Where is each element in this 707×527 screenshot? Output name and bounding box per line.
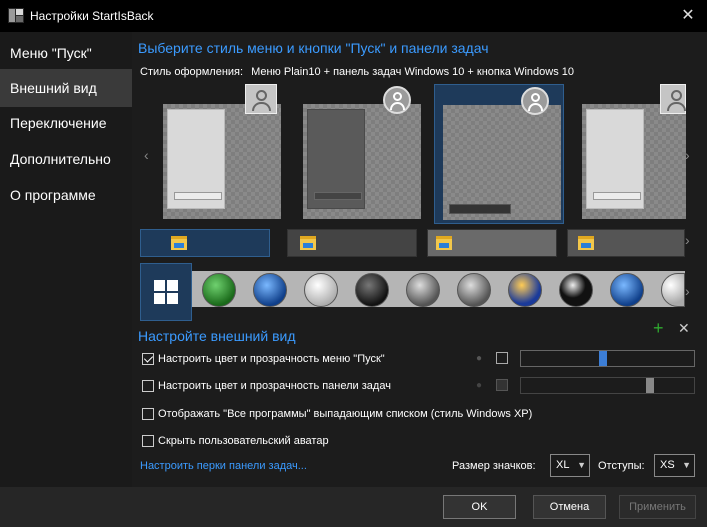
user-avatar-icon [660,84,686,114]
menu-color-swatch[interactable] [496,352,508,364]
folder-icon [300,236,316,250]
option-all-programs-dropdown[interactable]: Отображать "Все программы" выпадающим сп… [142,408,532,420]
dialog-footer: OK Отмена Применить [0,487,707,527]
style-description: Стиль оформления: Меню Plain10 + панель з… [140,66,574,78]
checkbox-menu-color[interactable] [142,353,154,365]
option-menu-color[interactable]: Настроить цвет и прозрачность меню "Пуск… [142,353,385,365]
windows-vista-orb-icon[interactable] [508,273,542,307]
menu-preview [443,105,561,220]
checkbox-taskbar-color[interactable] [142,380,154,392]
start-button-option-selected[interactable] [140,263,192,321]
option-hide-avatar[interactable]: Скрыть пользовательский аватар [142,435,329,447]
folder-icon [171,236,187,250]
option-taskbar-color[interactable]: Настроить цвет и прозрачность панели зад… [142,380,391,392]
windows7-blue-orb-icon[interactable] [610,273,644,307]
slider-thumb[interactable] [599,351,607,366]
sidebar-item-appearance[interactable]: Внешний вид [0,69,132,107]
menu-transparency-slider[interactable] [520,350,695,367]
apply-button[interactable]: Применить [619,495,696,519]
menu-preview [163,104,281,219]
checkbox-all-programs[interactable] [142,408,154,420]
slider-thumb[interactable] [646,378,654,393]
windows-black-orb-icon[interactable] [355,273,389,307]
icon-size-label: Размер значков: [452,460,536,472]
style-label: Стиль оформления: [140,66,244,78]
taskbar-tweaks-link[interactable]: Настроить перки панели задач... [140,460,307,472]
taskbar-style-option[interactable] [567,229,685,257]
black-sphere-orb-icon[interactable] [559,273,593,307]
taskbar-color-swatch[interactable] [496,379,508,391]
icon-size-select[interactable]: XL ▼ [550,454,590,477]
icon-size-value: XL [556,459,570,471]
taskbar-style-option[interactable] [287,229,417,257]
sidebar-item-switching[interactable]: Переключение [0,104,132,142]
padding-value: XS [660,459,675,471]
ok-button[interactable]: OK [443,495,516,519]
menu-style-option[interactable] [574,84,686,224]
chevron-right-icon[interactable]: › [685,283,690,299]
search-box-preview [174,192,222,200]
settings-window: Меню "Пуск" Внешний вид Переключение Доп… [0,32,707,527]
search-box-preview [593,192,641,200]
taskbar-style-option-selected[interactable] [140,229,270,257]
windows7-orb-icon[interactable] [253,273,287,307]
window-title: Настройки StartIsBack [30,9,154,23]
clover-orb-icon[interactable] [202,273,236,307]
appearance-panel: Выберите стиль меню и кнопки "Пуск" и па… [132,32,707,487]
windows10-logo-icon [154,280,178,304]
drop-icon: ● [476,380,483,391]
option-label: Скрыть пользовательский аватар [158,435,329,447]
chevron-right-icon[interactable]: › [685,232,690,248]
startisback-app-icon [8,8,24,23]
taskbar-transparency-slider[interactable] [520,377,695,394]
menu-style-option-selected[interactable] [434,84,564,224]
option-label: Настроить цвет и прозрачность меню "Пуск… [158,353,385,365]
chevron-down-icon: ▼ [577,460,586,470]
remove-icon[interactable]: ✕ [678,320,690,337]
padding-select[interactable]: XS ▼ [654,454,695,477]
search-box-preview [449,204,511,214]
menu-style-option[interactable] [155,84,285,224]
close-icon[interactable]: ✕ [677,6,699,26]
add-icon[interactable]: + [653,318,664,339]
search-box-preview [314,192,362,200]
folder-icon [436,236,452,250]
appearance-section-heading: Настройте внешний вид [138,328,296,344]
windows-white-orb-icon[interactable] [304,273,338,307]
title-bar: Настройки StartIsBack ✕ [0,0,707,32]
windows-steel-orb-icon[interactable] [406,273,440,307]
style-section-heading: Выберите стиль меню и кнопки "Пуск" и па… [138,40,489,56]
folder-icon [578,236,594,250]
sidebar-item-start-menu[interactable]: Меню "Пуск" [0,34,132,72]
sidebar-item-advanced[interactable]: Дополнительно [0,140,132,178]
chevron-down-icon: ▼ [682,460,691,470]
sidebar-item-about[interactable]: О программе [0,176,132,214]
menu-preview-left-pane [586,109,644,209]
chevron-left-icon[interactable]: ‹ [144,147,149,163]
user-avatar-icon [245,84,277,114]
padding-label: Отступы: [598,460,645,472]
menu-preview [582,104,686,219]
user-avatar-icon [383,86,411,114]
menu-preview [303,104,421,219]
menu-style-option[interactable] [295,84,425,224]
menu-preview-left-pane [307,109,365,209]
start-button-style-row [140,263,685,323]
menu-preview-left-pane [167,109,225,209]
drop-icon: ● [476,353,483,364]
style-value: Меню Plain10 + панель задач Windows 10 +… [251,66,574,78]
option-label: Отображать "Все программы" выпадающим сп… [158,408,533,420]
taskbar-style-option[interactable] [427,229,557,257]
sidebar: Меню "Пуск" Внешний вид Переключение Доп… [0,32,132,487]
checkbox-hide-avatar[interactable] [142,435,154,447]
windows-glass-orb-icon[interactable] [457,273,491,307]
user-avatar-icon [521,87,549,115]
cancel-button[interactable]: Отмена [533,495,606,519]
option-label: Настроить цвет и прозрачность панели зад… [158,380,391,392]
